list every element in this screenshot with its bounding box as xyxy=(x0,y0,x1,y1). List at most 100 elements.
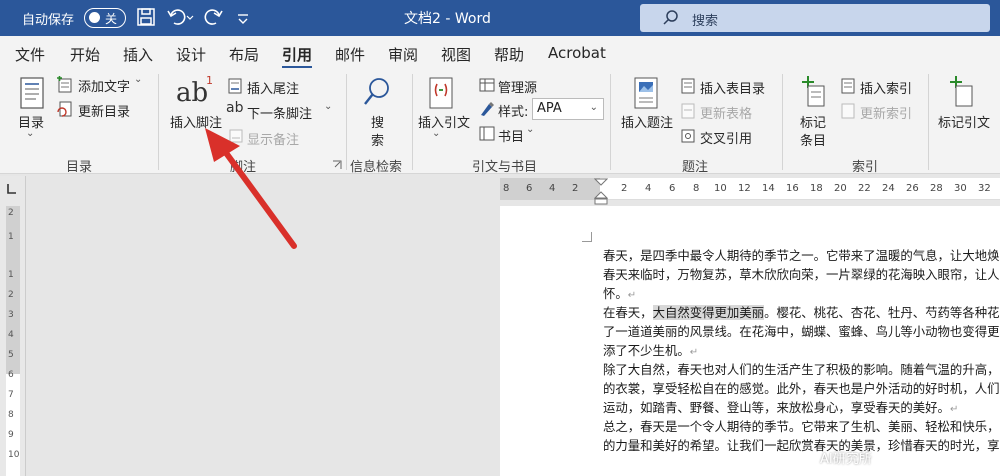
vruler-number: 2 xyxy=(8,290,14,300)
insert-endnote-icon xyxy=(228,78,242,94)
vertical-ruler: 2 1 1 2 3 4 5 6 7 8 9 10 xyxy=(0,176,26,476)
hruler-number: 6 xyxy=(526,183,533,194)
update-toc-icon xyxy=(57,101,72,117)
tab-help[interactable]: 帮助 xyxy=(494,44,524,65)
document-line: 怀。↵ xyxy=(603,286,637,301)
tab-file[interactable]: 文件 xyxy=(15,44,45,65)
tab-review[interactable]: 审阅 xyxy=(388,44,418,65)
page-margin-corner xyxy=(582,232,592,242)
mark-entry-icon[interactable] xyxy=(798,76,828,110)
document-line: 的力量和美好的希望。让我们一起欣赏春天的美景，珍惜春天的时光，享受着 xyxy=(603,438,1000,453)
vruler-number: 1 xyxy=(8,270,14,280)
table-of-contents-icon[interactable] xyxy=(18,76,46,110)
tab-mailings[interactable]: 邮件 xyxy=(335,44,365,65)
insert-footnote-icon[interactable]: ab xyxy=(176,78,208,108)
mark-citation-icon[interactable] xyxy=(946,76,976,110)
insert-caption-button[interactable]: 插入题注 xyxy=(621,112,673,131)
hruler-number: 4 xyxy=(549,183,556,194)
document-line: 除了大自然，春天也对人们的生活产生了积极的影响。随着气温的升高，人们 xyxy=(603,362,1000,377)
ribbon: 目录 ⌄ 添加文字 ⌄ 更新目录 目录 ab 1 插入脚注 插入尾注 ab 下一… xyxy=(0,68,1000,175)
manage-sources-icon xyxy=(479,78,495,92)
manage-sources-button[interactable]: 管理源 xyxy=(498,77,537,96)
vruler-number: 10 xyxy=(8,450,20,460)
next-footnote-dropdown-icon[interactable]: ⌄ xyxy=(324,101,332,112)
indent-marker-icon[interactable] xyxy=(594,178,608,206)
group-divider xyxy=(610,74,611,170)
toggle-knob xyxy=(89,12,100,23)
hruler-number: 16 xyxy=(786,183,799,194)
hruler-number: 8 xyxy=(503,183,510,194)
document-line: 添了不少生机。↵ xyxy=(603,343,699,358)
insert-index-button[interactable]: 插入索引 xyxy=(860,78,912,97)
update-table-icon xyxy=(681,103,695,119)
update-toc-button[interactable]: 更新目录 xyxy=(78,101,130,120)
update-index-button[interactable]: 更新索引 xyxy=(860,103,912,122)
horizontal-ruler: 8 6 4 2 2 4 6 8 10 12 14 16 18 20 22 24 … xyxy=(500,178,1000,200)
ribbon-tabs: 文件 开始 插入 设计 布局 引用 邮件 审阅 视图 帮助 Acrobat xyxy=(0,36,1000,69)
search-button[interactable]: 搜 xyxy=(371,112,384,131)
insert-endnote-button[interactable]: 插入尾注 xyxy=(247,78,299,97)
bibliography-button[interactable]: 书目 xyxy=(498,126,524,145)
mark-entry-button[interactable]: 标记 xyxy=(800,112,826,131)
tab-layout[interactable]: 布局 xyxy=(229,44,259,65)
search-box[interactable]: 搜索 xyxy=(640,4,990,32)
hruler-number: 6 xyxy=(669,183,676,194)
insert-citation-dropdown-icon[interactable]: ⌄ xyxy=(432,128,440,139)
vruler-number: 2 xyxy=(8,208,14,218)
insert-citation-button[interactable]: 插入引文 xyxy=(418,112,470,131)
group-label-toc: 目录 xyxy=(66,160,93,175)
search-button-line2[interactable]: 索 xyxy=(371,130,384,149)
dialog-launcher-icon[interactable] xyxy=(332,160,342,170)
hruler-number: 8 xyxy=(693,183,700,194)
vruler-number: 8 xyxy=(8,410,14,420)
tab-design[interactable]: 设计 xyxy=(176,44,206,65)
insert-table-of-figures-button[interactable]: 插入表目录 xyxy=(700,78,765,97)
group-divider xyxy=(346,74,347,170)
mark-citation-button[interactable]: 标记引文 xyxy=(938,112,990,131)
vruler-number: 4 xyxy=(8,330,14,340)
bibliography-dropdown-icon[interactable]: ⌄ xyxy=(526,124,534,135)
citation-style-select[interactable]: APA ⌄ xyxy=(532,98,604,120)
toggle-state: 关 xyxy=(105,12,118,26)
customize-toolbar-icon[interactable] xyxy=(236,7,250,27)
research-search-icon[interactable] xyxy=(362,76,392,110)
insert-citation-icon[interactable] xyxy=(426,76,456,110)
tab-references[interactable]: 引用 xyxy=(282,44,313,69)
style-label: 样式: xyxy=(498,105,529,120)
cross-reference-button[interactable]: 交叉引用 xyxy=(700,128,752,147)
citation-style-value: APA xyxy=(537,101,562,116)
tab-insert[interactable]: 插入 xyxy=(123,44,153,65)
document-title: 文档2 - Word xyxy=(404,11,491,27)
group-divider xyxy=(928,74,929,170)
mark-entry-button-line2[interactable]: 条目 xyxy=(800,130,826,149)
redo-icon[interactable] xyxy=(204,7,224,27)
show-notes-button[interactable]: 显示备注 xyxy=(247,129,299,148)
save-icon[interactable] xyxy=(136,7,156,27)
cross-reference-icon xyxy=(681,129,695,143)
tab-home[interactable]: 开始 xyxy=(70,44,100,65)
document-line: 在春天，大自然变得更加美丽。樱花、桃花、杏花、牡丹、芍药等各种花卉竞 xyxy=(603,305,1000,320)
document-line: 春天，是四季中最令人期待的季节之一。它带来了温暖的气息，让大地焕发出 xyxy=(603,248,1000,263)
update-table-button[interactable]: 更新表格 xyxy=(700,103,752,122)
autosave-label: 自动保存 xyxy=(22,13,75,28)
vruler-number: 7 xyxy=(8,390,14,400)
toc-dropdown-icon[interactable]: ⌄ xyxy=(26,128,34,139)
document-line: 春天来临时，万物复苏，草木欣欣向荣，一片翠绿的花海映入眼帘，让人心情 xyxy=(603,267,1000,282)
undo-icon[interactable] xyxy=(166,7,194,27)
tab-acrobat[interactable]: Acrobat xyxy=(548,44,606,62)
tab-view[interactable]: 视图 xyxy=(441,44,471,65)
group-divider xyxy=(782,74,783,170)
watermark: AI研究所 xyxy=(820,452,872,467)
document-line: 了一道道美丽的风景线。在花海中，蝴蝶、蜜蜂、鸟儿等小动物也变得更加活 xyxy=(603,324,1000,339)
tab-selector-icon[interactable] xyxy=(4,182,18,196)
hruler-number: 4 xyxy=(645,183,652,194)
hruler-number: 30 xyxy=(954,183,967,194)
insert-caption-icon[interactable] xyxy=(632,76,660,110)
vruler-number: 6 xyxy=(8,370,14,380)
next-footnote-button[interactable]: 下一条脚注 xyxy=(247,103,312,122)
add-text-button[interactable]: 添加文字 xyxy=(78,76,130,95)
insert-footnote-button[interactable]: 插入脚注 xyxy=(170,112,222,131)
add-text-dropdown-icon[interactable]: ⌄ xyxy=(134,74,142,85)
document-page[interactable]: 春天，是四季中最令人期待的季节之一。它带来了温暖的气息，让大地焕发出 春天来临时… xyxy=(500,206,1000,476)
autosave-toggle[interactable]: 关 xyxy=(84,8,126,28)
